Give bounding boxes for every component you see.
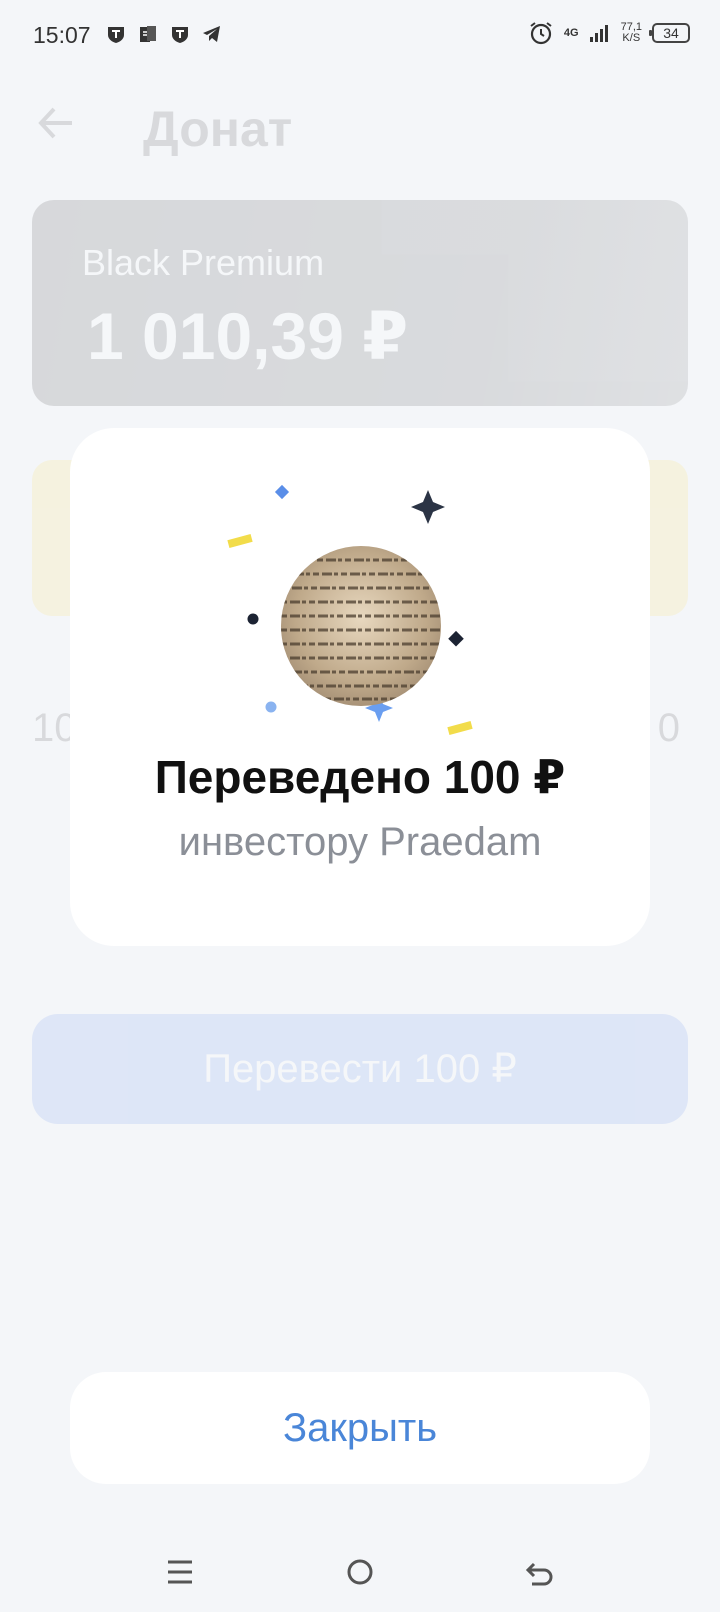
status-right: 4G 77,1 K/S 34 [528,20,690,46]
card-name: Black Premium [82,242,325,283]
close-button[interactable]: Закрыть [70,1372,650,1484]
avatar-image [281,558,441,701]
menu-icon[interactable] [160,1552,200,1592]
battery-level: 34 [663,25,679,41]
transfer-button: Перевести 100 ₽ [32,1014,688,1124]
net-speed: 77,1 K/S [621,22,642,44]
battery-icon: 34 [649,23,690,43]
status-time: 15:07 [33,22,91,48]
modal-title: Переведено 100 ₽ [154,751,566,803]
page-title: Донат [143,101,293,157]
net-speed-unit: K/S [622,32,641,44]
signal-icon [589,25,608,42]
back-arrow-icon [38,107,72,139]
account-card: Black Premium 1 010,39 ₽ [32,200,688,406]
notification-icons [106,24,222,44]
recipient-avatar [281,546,441,706]
network-type: 4G [563,26,579,39]
back-icon[interactable] [520,1552,560,1592]
telegram-icon [203,26,220,42]
card-balance: 1 010,39 ₽ [87,299,409,373]
document-icon [140,26,156,42]
bank-shield-icon [108,27,124,43]
amount-right: 0 [657,706,680,750]
home-icon[interactable] [340,1552,380,1592]
modal-subtitle: инвестору Praedam [178,820,542,864]
alarm-icon [530,22,552,45]
system-nav-bar [0,1530,720,1612]
status-bar: 15:07 4G 77,1 K/S 34 [0,0,720,72]
success-modal: Переведено 100 ₽ инвестору Praedam [70,428,650,946]
bank-shield-icon [172,27,188,43]
